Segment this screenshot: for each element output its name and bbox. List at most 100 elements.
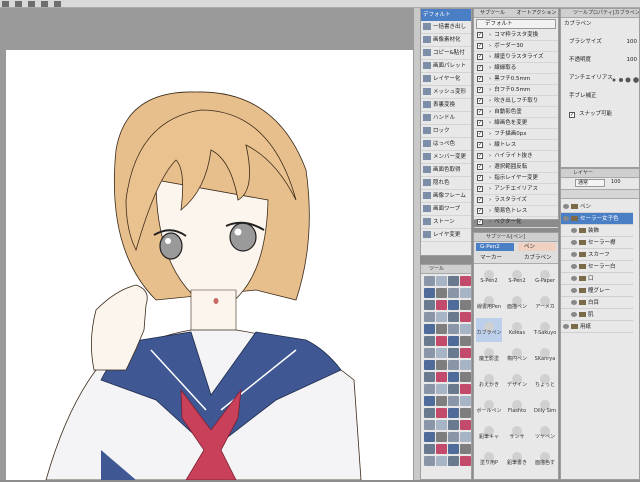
subtool-item[interactable]: 魔王影塗	[476, 344, 502, 368]
tool-icon[interactable]	[436, 288, 447, 298]
layer-row[interactable]: スカーフ	[561, 249, 633, 261]
subtool-item[interactable]: T-Sakuyo	[532, 318, 558, 342]
subtool-item[interactable]: G-Paper	[532, 266, 558, 290]
check-icon[interactable]: ✓	[477, 207, 483, 214]
tool-icon[interactable]	[460, 444, 471, 454]
subtool-item[interactable]: 面描色す	[532, 448, 558, 472]
subtool-item[interactable]: S-Pen2	[476, 266, 502, 290]
opacity-row[interactable]: 不透明度 100	[561, 56, 639, 68]
action-list-item[interactable]: 隠れ色	[421, 177, 471, 190]
chevron-right-icon[interactable]: ›	[489, 87, 491, 93]
subtool-item[interactable]: おえかき	[476, 370, 502, 394]
layer-row[interactable]: 肌	[561, 309, 633, 321]
canvas-vertical-scrollbar[interactable]	[413, 8, 420, 480]
chevron-right-icon[interactable]: ›	[489, 208, 491, 214]
tool-icon[interactable]	[436, 408, 447, 418]
subtool-item[interactable]: S-Pen2	[504, 266, 530, 290]
grid-icon[interactable]	[27, 1, 35, 7]
action-list-item[interactable]: レイヤー化	[421, 73, 471, 86]
tool-icon[interactable]	[436, 432, 447, 442]
tool-icon[interactable]	[436, 276, 447, 286]
tool-icon[interactable]	[424, 348, 435, 358]
layer-row[interactable]: 用紙	[561, 321, 633, 333]
tool-icon[interactable]	[448, 348, 459, 358]
tool-icon[interactable]	[460, 288, 471, 298]
tool-icon[interactable]	[460, 300, 471, 310]
check-icon[interactable]: ✓	[477, 64, 483, 71]
chevron-right-icon[interactable]: ›	[489, 219, 491, 225]
chevron-right-icon[interactable]: ›	[489, 153, 491, 159]
action-list-item[interactable]: はっぺ色	[421, 138, 471, 151]
tool-icon[interactable]	[460, 420, 471, 430]
subtool-item[interactable]: Flashto	[504, 396, 530, 420]
chevron-right-icon[interactable]: ›	[489, 164, 491, 170]
eye-icon[interactable]	[571, 300, 577, 305]
subtool-item[interactable]: 鉛筆キャ	[476, 422, 502, 446]
tool-icon[interactable]	[448, 312, 459, 322]
tool-icon[interactable]	[448, 360, 459, 370]
subtool-item[interactable]: ツヤペン	[532, 422, 558, 446]
tool-icon[interactable]	[424, 384, 435, 394]
tool-icon[interactable]	[436, 384, 447, 394]
snap-checkbox[interactable]: ✓	[569, 112, 575, 118]
action-list-item[interactable]: 一括書き出し	[421, 21, 471, 34]
eye-icon[interactable]	[563, 204, 569, 209]
eye-icon[interactable]	[571, 252, 577, 257]
chevron-right-icon[interactable]: ›	[489, 197, 491, 203]
tab-gpen[interactable]: G-Pen2	[476, 243, 514, 251]
blend-mode-select[interactable]: 通常	[575, 179, 605, 187]
tool-icon[interactable]	[460, 408, 471, 418]
tab-marker[interactable]: マーカー	[476, 254, 514, 262]
eye-icon[interactable]	[571, 228, 577, 233]
check-icon[interactable]: ✓	[477, 75, 483, 82]
action-list-item[interactable]: ハンドル	[421, 112, 471, 125]
chevron-right-icon[interactable]: ›	[489, 109, 491, 115]
tool-icon[interactable]	[436, 360, 447, 370]
auto-action-item[interactable]: ✓ › 自動影色塗	[474, 107, 558, 118]
tool-icon[interactable]	[448, 408, 459, 418]
tool-icon[interactable]	[424, 312, 435, 322]
auto-action-item[interactable]: ✓ › ラスタライズ	[474, 195, 558, 206]
action-list-item[interactable]: メッシュ変形	[421, 86, 471, 99]
tool-icon[interactable]	[448, 384, 459, 394]
action-list-item[interactable]: 画像素材化	[421, 34, 471, 47]
menu-icon[interactable]	[2, 1, 9, 7]
auto-action-item[interactable]: ✓ › コマ枠ラスタ変換	[474, 30, 558, 41]
subtool-item[interactable]: Dilly Sim	[532, 396, 558, 420]
chevron-right-icon[interactable]: ›	[489, 43, 491, 49]
tool-icon[interactable]	[460, 312, 471, 322]
subtool-item[interactable]: 面描ペン	[504, 292, 530, 316]
action-list-item[interactable]: メンバー変更	[421, 151, 471, 164]
tool-icon[interactable]	[424, 408, 435, 418]
layer-row[interactable]: ペン	[561, 201, 633, 213]
tool-icon[interactable]	[460, 324, 471, 334]
tool-icon[interactable]	[460, 360, 471, 370]
chevron-right-icon[interactable]: ›	[489, 142, 491, 148]
antialias-row[interactable]: アンチエイリアス	[561, 74, 639, 86]
chevron-right-icon[interactable]: ›	[489, 98, 491, 104]
snap-row[interactable]: ✓ スナップ可能	[561, 110, 639, 122]
tool-icon[interactable]	[448, 336, 459, 346]
tool-icon[interactable]	[436, 336, 447, 346]
tab-subtool[interactable]: サブツール	[474, 10, 505, 16]
tool-icon[interactable]	[448, 372, 459, 382]
auto-action-item[interactable]: ✓ › 簡易色トレス	[474, 206, 558, 217]
tool-icon[interactable]	[424, 456, 435, 466]
eye-icon[interactable]	[571, 276, 577, 281]
tool-icon[interactable]	[424, 372, 435, 382]
tab-auto-action[interactable]: オートアクション	[507, 10, 557, 16]
tool-icon[interactable]	[424, 444, 435, 454]
auto-action-item[interactable]: ✓ › ハイライト抜き	[474, 151, 558, 162]
check-icon[interactable]: ✓	[477, 130, 483, 137]
auto-action-item[interactable]: ✓ › 線縁取る	[474, 63, 558, 74]
tool-icon[interactable]	[424, 432, 435, 442]
subtool-item[interactable]: 楕円ペン	[504, 344, 530, 368]
tool-icon[interactable]	[424, 396, 435, 406]
check-icon[interactable]: ✓	[477, 218, 483, 225]
help-icon[interactable]	[53, 1, 61, 7]
correction-row[interactable]: 手ブレ補正	[561, 92, 639, 104]
drawing-paper[interactable]	[6, 50, 414, 481]
tool-icon[interactable]	[448, 324, 459, 334]
layer-row[interactable]: 口	[561, 273, 633, 285]
auto-action-item[interactable]: ✓ › 線画色を変更	[474, 118, 558, 129]
